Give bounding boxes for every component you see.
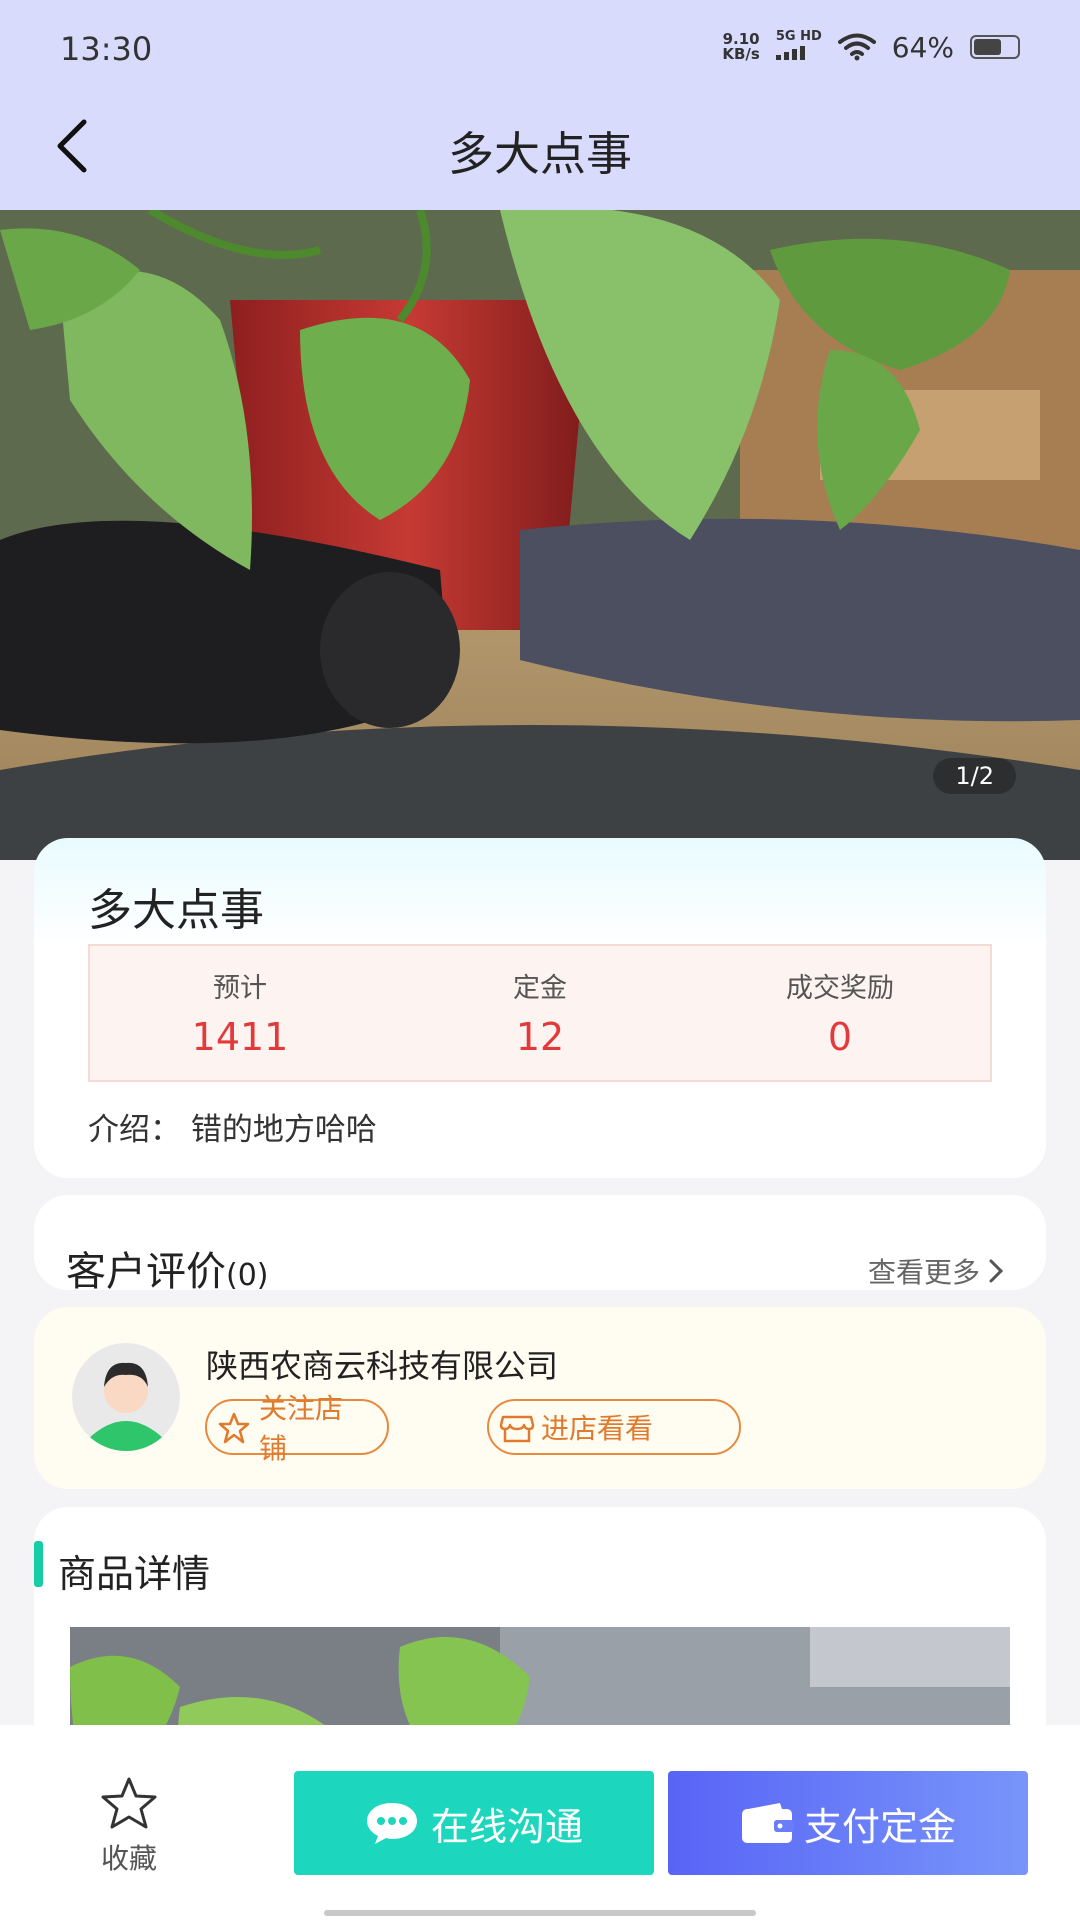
pay-deposit-label: 支付定金 — [803, 1804, 956, 1849]
stat-value: 1411 — [191, 1015, 289, 1059]
enter-shop-label: 进店看看 — [541, 1412, 654, 1445]
reviews-title: 客户评价(0) — [66, 1239, 269, 1297]
section-accent-bar — [34, 1541, 43, 1587]
stat-deposit: 定金 12 — [390, 946, 690, 1080]
battery-percent: 64% — [891, 30, 954, 64]
store-icon — [499, 1415, 535, 1443]
product-photo — [0, 210, 1080, 860]
details-title: 商品详情 — [58, 1552, 211, 1596]
view-more-link[interactable]: 查看更多 — [868, 1251, 1004, 1291]
battery-level — [974, 39, 1001, 55]
product-intro: 介绍： 错的地方哈哈 — [88, 1112, 377, 1148]
chevron-right-icon — [989, 1259, 1004, 1283]
bottom-action-bar: 收藏 在线沟通 支付定金 — [0, 1725, 1080, 1920]
shop-card: 陕西农商云科技有限公司 关注店铺 进店看看 — [34, 1307, 1046, 1489]
network-type: 5G HD — [775, 29, 822, 64]
stat-label: 成交奖励 — [786, 973, 894, 1004]
view-more-label: 查看更多 — [867, 1256, 980, 1289]
wifi-icon — [837, 33, 876, 61]
shop-avatar[interactable] — [72, 1343, 180, 1451]
product-name: 多大点事 — [88, 885, 264, 936]
product-image-carousel[interactable]: 1/2 — [0, 210, 1080, 860]
star-icon — [218, 1412, 250, 1444]
signal-icon — [775, 44, 805, 60]
follow-shop-label: 关注店铺 — [259, 1392, 344, 1465]
page-title: 多大点事 — [448, 127, 632, 181]
pay-deposit-button[interactable]: 支付定金 — [668, 1771, 1028, 1875]
favorite-label: 收藏 — [100, 1842, 157, 1875]
network-speed-unit: KB/s — [722, 45, 760, 63]
stat-label: 定金 — [513, 973, 567, 1004]
enter-shop-button[interactable]: 进店看看 — [487, 1399, 741, 1455]
battery-icon — [970, 35, 1020, 59]
stat-value: 0 — [827, 1015, 853, 1059]
stat-label: 预计 — [213, 973, 267, 1004]
follow-shop-button[interactable]: 关注店铺 — [205, 1392, 389, 1465]
reviews-card: 客户评价(0) 查看更多 — [34, 1195, 1046, 1295]
reviews-count: (0) — [226, 1258, 269, 1293]
network-type-label: 5G HD — [775, 29, 822, 44]
online-chat-label: 在线沟通 — [430, 1804, 583, 1849]
reviews-title-label: 客户评价 — [66, 1249, 226, 1295]
favorite-button[interactable]: 收藏 — [86, 1775, 172, 1877]
top-bar: 13:30 9.10 KB/s 5G HD 64% 多大点事 — [0, 0, 1080, 210]
home-indicator[interactable] — [324, 1910, 756, 1916]
network-speed: 9.10 KB/s — [722, 32, 759, 62]
stat-value: 12 — [515, 1015, 565, 1059]
status-time: 13:30 — [60, 30, 153, 68]
status-icons: 9.10 KB/s 5G HD 64% — [722, 30, 1020, 64]
user-avatar-icon — [72, 1343, 180, 1451]
stat-estimate: 预计 1411 — [90, 946, 390, 1080]
wallet-icon — [741, 1803, 794, 1843]
chat-bubble-icon — [366, 1803, 417, 1844]
stat-reward: 成交奖励 0 — [690, 946, 990, 1080]
star-outline-icon — [101, 1777, 157, 1829]
image-pager: 1/2 — [933, 758, 1016, 794]
online-chat-button[interactable]: 在线沟通 — [294, 1771, 654, 1875]
price-stats: 预计 1411 定金 12 成交奖励 0 — [88, 944, 992, 1082]
product-info-card: 多大点事 预计 1411 定金 12 成交奖励 0 介绍： 错的地方哈哈 — [34, 838, 1046, 1178]
shop-name: 陕西农商云科技有限公司 — [206, 1347, 559, 1385]
